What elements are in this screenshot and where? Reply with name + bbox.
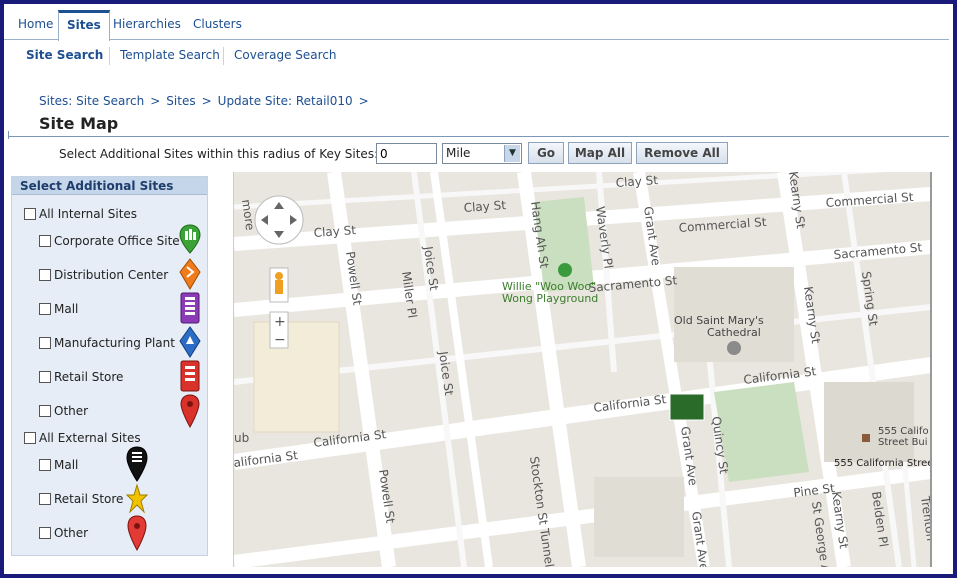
mall-label: Mall — [54, 302, 79, 316]
retail-store-label: Retail Store — [54, 370, 124, 384]
map-all-button[interactable]: Map All — [568, 142, 632, 164]
unit-select[interactable]: Mile ▼ — [442, 143, 522, 164]
place-label: 555 California Street — [834, 458, 930, 469]
internal-other-checkbox[interactable] — [39, 405, 51, 417]
external-other-checkbox[interactable] — [39, 527, 51, 539]
red-pin-icon — [180, 394, 200, 428]
all-external-checkbox[interactable] — [24, 432, 36, 444]
title-divider — [8, 136, 949, 137]
pegman-icon[interactable] — [275, 272, 283, 280]
mall-checkbox[interactable] — [39, 303, 51, 315]
radius-label: Select Additional Sites within this radi… — [59, 147, 379, 161]
subtab-coverage-search[interactable]: Coverage Search — [234, 48, 337, 62]
breadcrumb-sites[interactable]: Sites — [166, 94, 195, 108]
place-label: 555 Califo — [878, 426, 929, 437]
retail010-site-marker[interactable] — [669, 393, 705, 421]
breadcrumb-separator: > — [358, 94, 369, 108]
external-mall-label: Mall — [54, 458, 79, 472]
all-external-label: All External Sites — [39, 431, 141, 445]
place-label: Wong Playground — [502, 292, 598, 305]
red-pin-icon — [127, 515, 147, 551]
zoom-out-button[interactable]: − — [274, 332, 286, 348]
distribution-center-checkbox[interactable] — [39, 269, 51, 281]
external-retail-checkbox[interactable] — [39, 493, 51, 505]
sub-tab-bar: Site Search Template Search Coverage Sea… — [4, 45, 949, 71]
zoom-in-button[interactable]: + — [274, 314, 286, 330]
external-other-label: Other — [54, 526, 89, 540]
external-mall-checkbox[interactable] — [39, 459, 51, 471]
subtab-divider — [223, 47, 224, 65]
map-edge — [930, 172, 932, 567]
remove-all-button[interactable]: Remove All — [636, 142, 728, 164]
all-internal-label: All Internal Sites — [39, 207, 138, 221]
site-map[interactable]: Clay St Clay St Clay St Commercial St Co… — [233, 172, 930, 567]
distribution-center-label: Distribution Center — [54, 268, 169, 282]
gold-star-icon — [126, 484, 148, 514]
title-divider-tick — [8, 131, 9, 139]
subtab-site-search[interactable]: Site Search — [26, 48, 103, 62]
distribution-center-icon — [179, 258, 201, 290]
street-label: Clay St — [615, 173, 658, 190]
breadcrumb-site-search[interactable]: Sites: Site Search — [39, 94, 144, 108]
all-internal-checkbox[interactable] — [24, 208, 36, 220]
building-icon — [862, 434, 870, 442]
manufacturing-plant-label: Manufacturing Plant — [54, 336, 175, 350]
chevron-down-icon[interactable]: ▼ — [504, 145, 520, 162]
page-title: Site Map — [39, 114, 119, 133]
corporate-office-checkbox[interactable] — [39, 235, 51, 247]
mall-icon — [180, 292, 200, 324]
breadcrumb-update-site[interactable]: Update Site: Retail010 — [218, 94, 353, 108]
internal-other-label: Other — [54, 404, 89, 418]
retail-store-checkbox[interactable] — [39, 371, 51, 383]
subtab-template-search[interactable]: Template Search — [120, 48, 220, 62]
panel-title: Select Additional Sites — [12, 177, 207, 195]
tab-clusters[interactable]: Clusters — [185, 10, 250, 40]
corporate-office-icon — [179, 224, 201, 254]
go-button[interactable]: Go — [528, 142, 564, 164]
street-label: Clay St — [313, 223, 356, 240]
unit-select-value: Mile — [446, 146, 471, 160]
retail-store-icon — [180, 360, 200, 392]
black-mall-icon — [126, 446, 148, 482]
place-label: Cathedral — [707, 326, 761, 339]
main-tab-bar: Home Sites Hierarchies Clusters — [4, 8, 949, 41]
street-label: Clay St — [463, 198, 506, 215]
pegman-body — [275, 280, 283, 294]
breadcrumb: Sites: Site Search > Sites > Update Site: Re… — [39, 94, 375, 108]
breadcrumb-separator: > — [150, 94, 161, 108]
landmark-icon — [727, 341, 741, 355]
manufacturing-plant-checkbox[interactable] — [39, 337, 51, 349]
manufacturing-plant-icon — [179, 326, 201, 358]
place-label: Street Bui — [878, 437, 928, 448]
external-retail-label: Retail Store — [54, 492, 124, 506]
tab-hierarchies[interactable]: Hierarchies — [105, 10, 189, 40]
street-label: ub — [234, 431, 249, 445]
tab-home[interactable]: Home — [10, 10, 61, 40]
park-icon — [558, 263, 572, 277]
radius-input[interactable] — [376, 143, 437, 164]
map-canvas: Clay St Clay St Clay St Commercial St Co… — [234, 172, 930, 567]
breadcrumb-separator: > — [201, 94, 212, 108]
corporate-office-label: Corporate Office Site — [54, 234, 180, 248]
subtab-divider — [109, 47, 110, 65]
tab-sites[interactable]: Sites — [58, 10, 110, 41]
